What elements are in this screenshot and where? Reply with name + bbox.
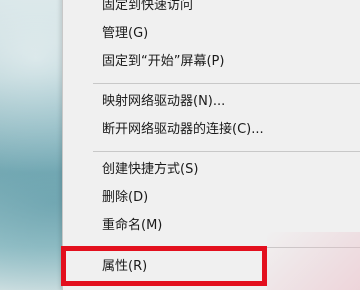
menu-item-pin-quick-access[interactable]: 固定到快速访问 [63,0,360,18]
menu-separator [93,83,360,84]
menu-item-manage[interactable]: 管理(G) [63,22,360,46]
menu-item-pin-start[interactable]: 固定到“开始”屏幕(P) [63,50,360,74]
menu-item-delete[interactable]: 删除(D) [63,186,360,210]
desktop-corner [267,232,360,290]
menu-separator [93,151,360,152]
menu-item-map-network-drive[interactable]: 映射网络驱动器(N)... [63,90,360,114]
menu-item-create-shortcut[interactable]: 创建快捷方式(S) [63,158,360,182]
properties-highlight-box [61,246,267,286]
menu-item-disconnect-network-drive[interactable]: 断开网络驱动器的连接(C)... [63,118,360,142]
